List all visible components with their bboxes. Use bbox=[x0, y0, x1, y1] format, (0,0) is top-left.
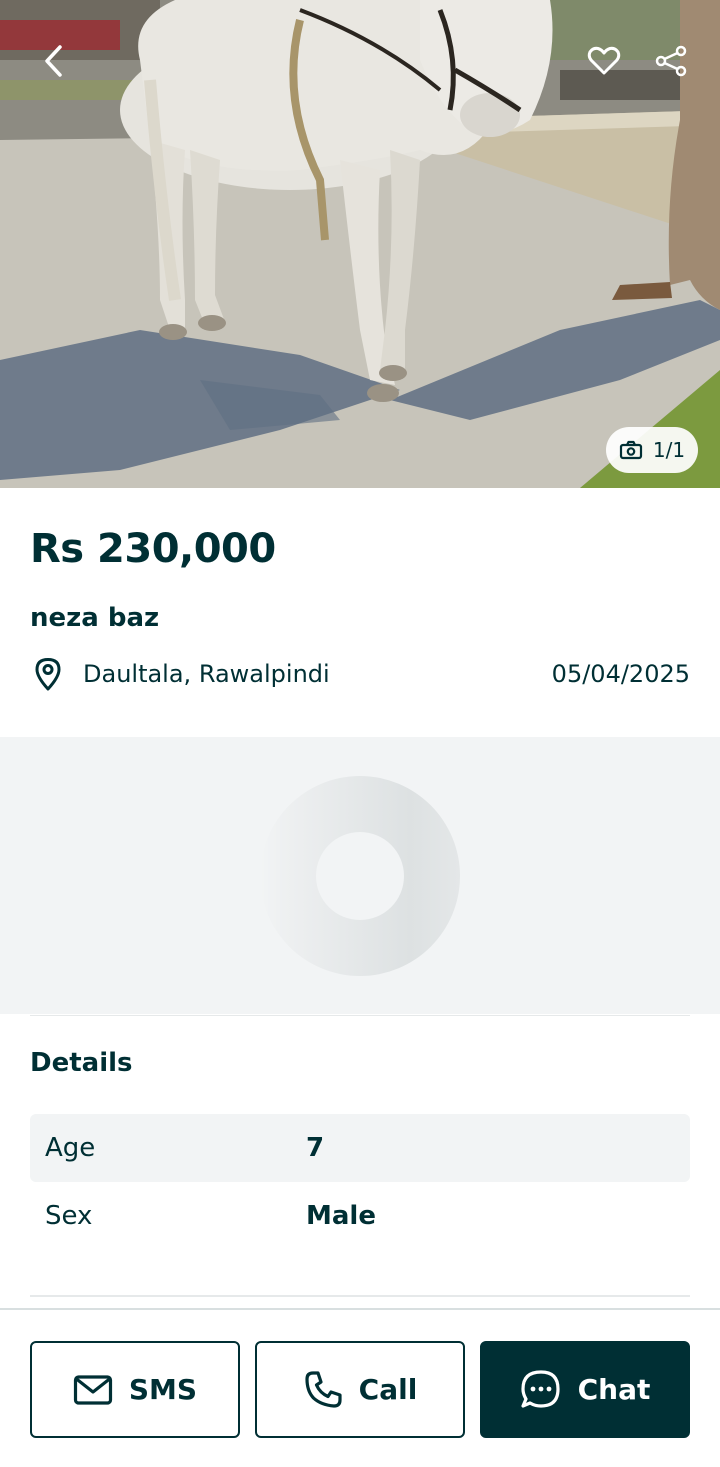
sms-button[interactable]: SMS bbox=[30, 1341, 240, 1438]
detail-row-age: Age 7 bbox=[30, 1114, 690, 1182]
favorite-button[interactable] bbox=[576, 33, 632, 89]
listing-date: 05/04/2025 bbox=[551, 660, 690, 688]
chat-button[interactable]: Chat bbox=[480, 1341, 690, 1438]
photo-counter-badge: 1/1 bbox=[606, 427, 698, 473]
listing-photo[interactable]: 1/1 bbox=[0, 0, 720, 488]
divider bbox=[30, 1015, 690, 1016]
divider bbox=[30, 1295, 690, 1297]
sms-button-label: SMS bbox=[128, 1373, 198, 1406]
chat-bubble-icon bbox=[521, 1369, 560, 1408]
mail-icon bbox=[73, 1374, 112, 1405]
listing-summary: Rs 230,000 neza baz Daultala, Rawalpindi… bbox=[0, 488, 720, 737]
chat-button-label: Chat bbox=[577, 1373, 651, 1406]
back-button[interactable] bbox=[26, 33, 82, 89]
photo-counter-text: 1/1 bbox=[652, 438, 686, 462]
contact-action-bar: SMS Call Chat bbox=[0, 1308, 720, 1467]
share-button[interactable] bbox=[643, 33, 699, 89]
location-pin-icon bbox=[30, 656, 66, 692]
call-button-label: Call bbox=[358, 1373, 418, 1406]
detail-key: Age bbox=[45, 1133, 96, 1163]
call-button[interactable]: Call bbox=[255, 1341, 465, 1438]
phone-icon bbox=[305, 1370, 342, 1408]
details-heading: Details bbox=[30, 1048, 133, 1078]
detail-row-sex: Sex Male bbox=[30, 1182, 690, 1250]
detail-value: Male bbox=[306, 1201, 376, 1231]
listing-location: Daultala, Rawalpindi bbox=[83, 660, 330, 688]
share-icon bbox=[655, 45, 687, 77]
listing-price: Rs 230,000 bbox=[30, 526, 276, 572]
chevron-left-icon bbox=[45, 45, 62, 77]
map-loading-area bbox=[0, 737, 720, 1014]
detail-key: Sex bbox=[45, 1201, 93, 1231]
location-row: Daultala, Rawalpindi 05/04/2025 bbox=[30, 654, 690, 694]
details-section: Details Age 7 Sex Male bbox=[0, 1014, 720, 1310]
heart-icon bbox=[587, 46, 621, 75]
camera-icon bbox=[619, 440, 643, 460]
detail-value: 7 bbox=[306, 1133, 325, 1163]
listing-title: neza baz bbox=[30, 603, 160, 633]
loading-spinner-icon bbox=[260, 776, 460, 976]
